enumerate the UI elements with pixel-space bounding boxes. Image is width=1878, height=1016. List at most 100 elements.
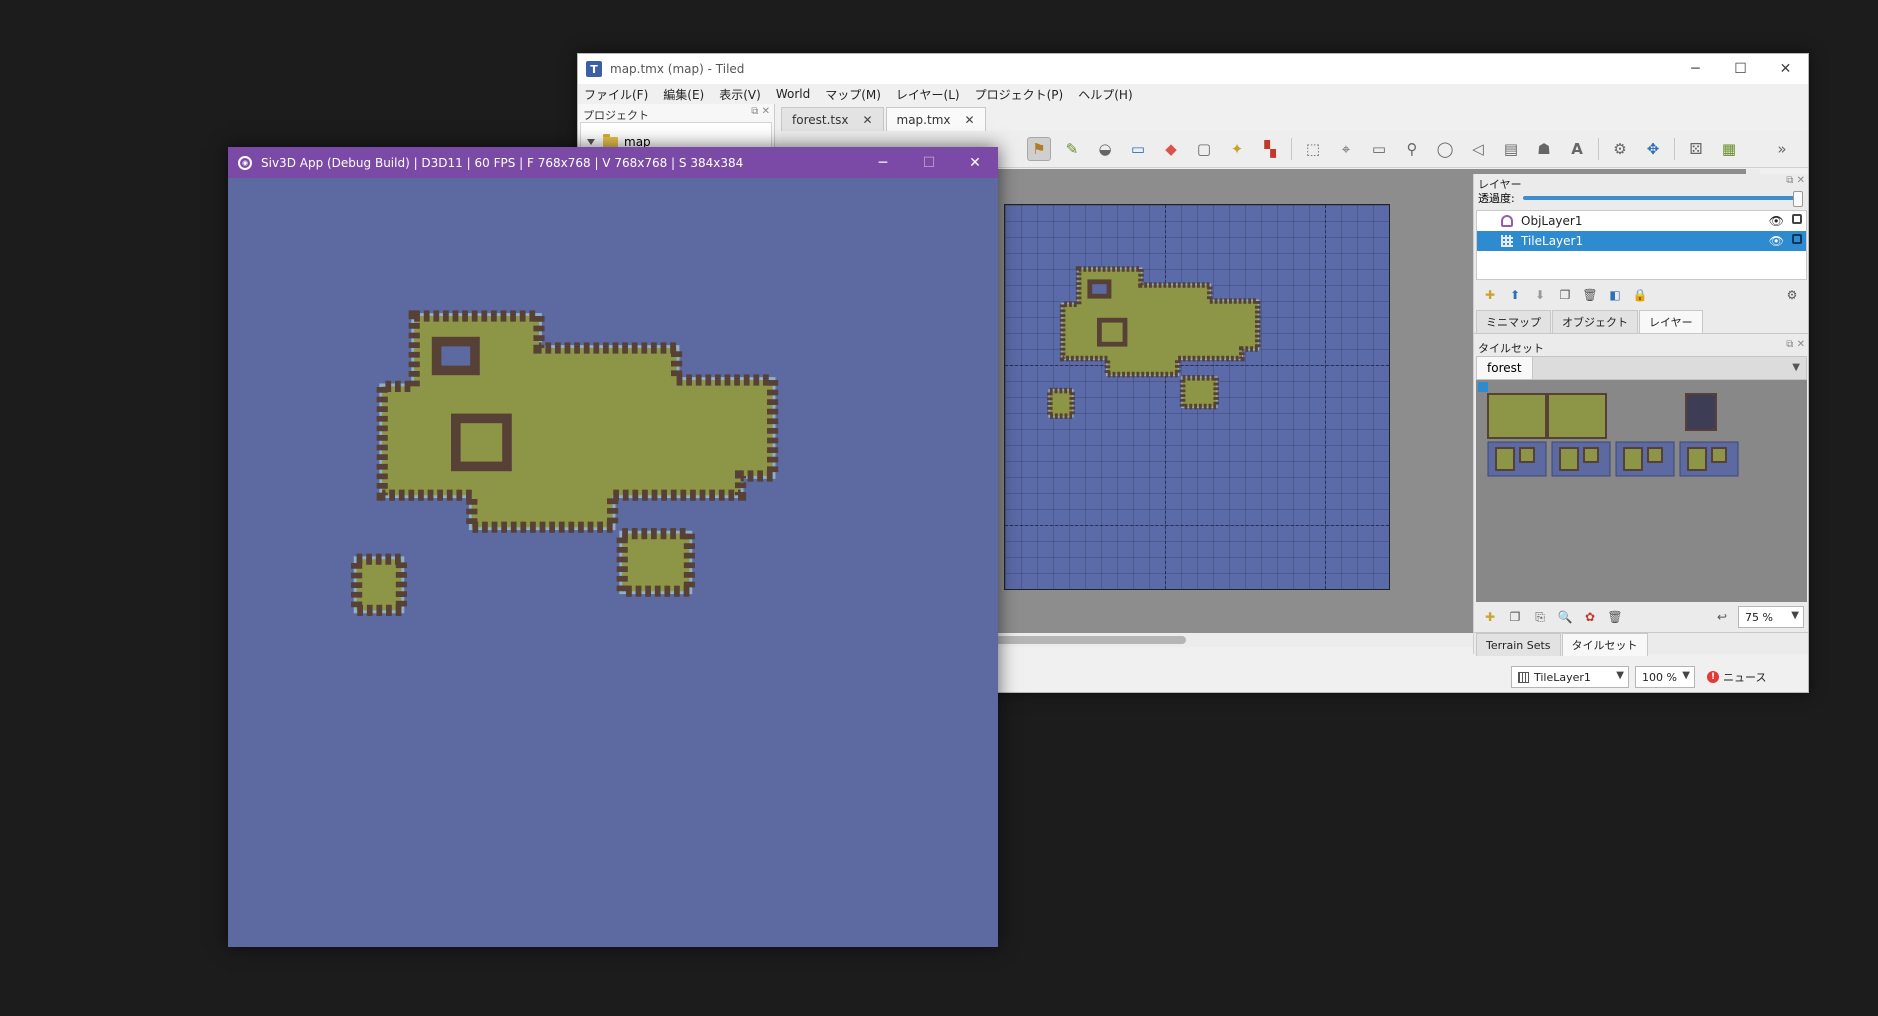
edit-tileset-icon[interactable]: 🔍 [1557, 609, 1573, 625]
remove-tileset-icon[interactable]: 🗑 [1607, 609, 1623, 625]
new-tileset-icon[interactable]: ✚ [1482, 609, 1498, 625]
news-button[interactable]: ! ニュース [1707, 669, 1766, 685]
embed-tileset-icon[interactable]: ❐ [1507, 609, 1523, 625]
menu-map[interactable]: マップ(M) [825, 86, 881, 103]
visibility-eye-icon[interactable]: 👁 [1769, 234, 1784, 248]
expand-icon[interactable] [587, 139, 595, 145]
tab-close-icon[interactable]: ✕ [965, 113, 975, 127]
opacity-label: 透過度: [1478, 192, 1515, 205]
menu-project[interactable]: プロジェクト(P) [975, 86, 1064, 103]
lock-layer-icon[interactable]: 🔒 [1632, 287, 1648, 303]
layer-properties-icon[interactable]: ⚙ [1784, 287, 1800, 303]
insert-template-icon[interactable]: ☗ [1532, 137, 1556, 161]
tab-map-tmx[interactable]: map.tmx ✕ [885, 107, 986, 131]
maximize-icon[interactable]: ☐ [906, 147, 952, 178]
layer-name: ObjLayer1 [1521, 214, 1583, 228]
stamp-brush-icon[interactable]: ⚑ [1027, 137, 1051, 161]
dynamic-wrap-icon[interactable]: ↩ [1714, 609, 1730, 625]
siv3d-canvas[interactable] [228, 178, 998, 947]
insert-text-icon[interactable]: A [1565, 137, 1589, 161]
move-tool-icon[interactable]: ✥ [1641, 137, 1665, 161]
minimize-icon[interactable]: ─ [1673, 54, 1718, 84]
new-layer-icon[interactable]: ✚ [1482, 287, 1498, 303]
toggle-other-layers-icon[interactable]: ◧ [1607, 287, 1623, 303]
shape-fill-icon[interactable]: ▭ [1126, 137, 1150, 161]
minimize-icon[interactable]: ─ [860, 147, 906, 178]
world-tool-icon[interactable]: ⚙ [1608, 137, 1632, 161]
tab-forest-tsx[interactable]: forest.tsx ✕ [781, 107, 884, 131]
tab-minimap[interactable]: ミニマップ [1476, 310, 1551, 333]
insert-point-icon[interactable]: ⚲ [1400, 137, 1424, 161]
tileset-zoom-select[interactable]: 75 % ▼ [1738, 606, 1804, 628]
insert-rect-icon[interactable]: ▭ [1367, 137, 1391, 161]
layer-row-objlayer1[interactable]: ObjLayer1 👁 [1477, 211, 1806, 231]
layers-panel-title: レイヤー [1478, 178, 1522, 191]
tab-label: forest.tsx [792, 112, 849, 127]
insert-tile-icon[interactable]: ▤ [1499, 137, 1523, 161]
insert-ellipse-icon[interactable]: ◯ [1433, 137, 1457, 161]
lock-icon[interactable] [1792, 234, 1802, 244]
tileset-view[interactable] [1476, 380, 1807, 602]
tab-label: map.tmx [896, 112, 951, 127]
raised-plateau [1097, 317, 1128, 347]
insert-polygon-icon[interactable]: ◁ [1466, 137, 1490, 161]
close-icon[interactable]: ✕ [1763, 54, 1808, 84]
maximize-icon[interactable]: ☐ [1718, 54, 1763, 84]
tiled-window-title: map.tmx (map) - Tiled [610, 62, 745, 76]
siv3d-title-bar[interactable]: ◉ Siv3D App (Debug Build) | D3D11 | 60 F… [228, 147, 998, 178]
tileset-tab-forest[interactable]: forest [1477, 357, 1533, 379]
tab-close-icon[interactable]: ✕ [862, 113, 872, 127]
tiled-title-bar[interactable]: T map.tmx (map) - Tiled ─ ☐ ✕ [578, 54, 1808, 84]
tab-tilesets[interactable]: タイルセット [1561, 633, 1648, 656]
eraser-icon[interactable]: ◆ [1159, 137, 1183, 161]
zoom-select[interactable]: 100 % ▼ [1635, 666, 1695, 688]
project-panel-title: プロジェクト [583, 109, 649, 122]
visibility-eye-icon[interactable]: 👁 [1769, 214, 1784, 228]
random-mode-icon[interactable]: ⚄ [1684, 137, 1708, 161]
same-tile-select-icon[interactable]: ▚ [1258, 137, 1282, 161]
menu-layer[interactable]: レイヤー(L) [896, 86, 960, 103]
lower-layer-icon[interactable]: ⬇ [1532, 287, 1548, 303]
menu-world[interactable]: World [776, 87, 810, 101]
more-tools-icon[interactable]: » [1770, 137, 1794, 161]
magic-wand-icon[interactable]: ✦ [1225, 137, 1249, 161]
menu-edit[interactable]: 編集(E) [663, 86, 704, 103]
terrain-brush-icon[interactable]: ✎ [1060, 137, 1084, 161]
panel-close-icon[interactable]: ⧉ ✕ [751, 106, 770, 117]
tab-objects[interactable]: オブジェクト [1552, 310, 1638, 333]
wang-fill-icon[interactable]: ▦ [1717, 137, 1741, 161]
tab-layers[interactable]: レイヤー [1639, 310, 1703, 333]
export-tileset-icon[interactable]: ⎘ [1532, 609, 1548, 625]
rect-select-icon[interactable]: ▢ [1192, 137, 1216, 161]
layer-actions-toolbar: ✚ ⬆ ⬇ ❐ 🗑 ◧ 🔒 ⚙ [1474, 280, 1808, 310]
tileset-properties-icon[interactable]: ✿ [1582, 609, 1598, 625]
zoom-value: 100 % [1642, 670, 1677, 684]
edit-polygons-icon[interactable]: ⌖ [1334, 137, 1358, 161]
tileset-dropdown-icon[interactable]: ▼ [1792, 362, 1800, 373]
object-select-icon[interactable]: ⬚ [1301, 137, 1325, 161]
raise-layer-icon[interactable]: ⬆ [1507, 287, 1523, 303]
tile-layer-icon [1518, 671, 1529, 683]
tileset-grass-block-1 [1547, 393, 1607, 439]
panel-close-icon[interactable]: ⧉ ✕ [1786, 339, 1805, 350]
small-island-left [351, 553, 407, 616]
duplicate-layer-icon[interactable]: ❐ [1557, 287, 1573, 303]
bucket-fill-icon[interactable]: ◒ [1093, 137, 1117, 161]
menu-file[interactable]: ファイル(F) [584, 86, 648, 103]
opacity-slider[interactable] [1522, 191, 1804, 207]
tileset-grass-tile-1 [1559, 447, 1579, 471]
layer-select[interactable]: TileLayer1 ▼ [1511, 666, 1629, 688]
lock-icon[interactable] [1792, 214, 1802, 224]
close-icon[interactable]: ✕ [952, 147, 998, 178]
tab-terrain-sets[interactable]: Terrain Sets [1476, 633, 1561, 656]
tileset-zoom-value: 75 % [1745, 610, 1773, 624]
tileset-tiles [1478, 382, 1739, 477]
map-canvas[interactable] [1004, 204, 1390, 590]
panel-close-icon[interactable]: ⧉ ✕ [1786, 175, 1805, 186]
delete-layer-icon[interactable]: 🗑 [1582, 287, 1598, 303]
layer-row-tilelayer1[interactable]: TileLayer1 👁 [1477, 231, 1806, 251]
siv3d-map-render [351, 310, 779, 616]
menu-view[interactable]: 表示(V) [719, 86, 761, 103]
menu-help[interactable]: ヘルプ(H) [1078, 86, 1132, 103]
menu-bar: ファイル(F) 編集(E) 表示(V) World マップ(M) レイヤー(L)… [578, 84, 1808, 104]
